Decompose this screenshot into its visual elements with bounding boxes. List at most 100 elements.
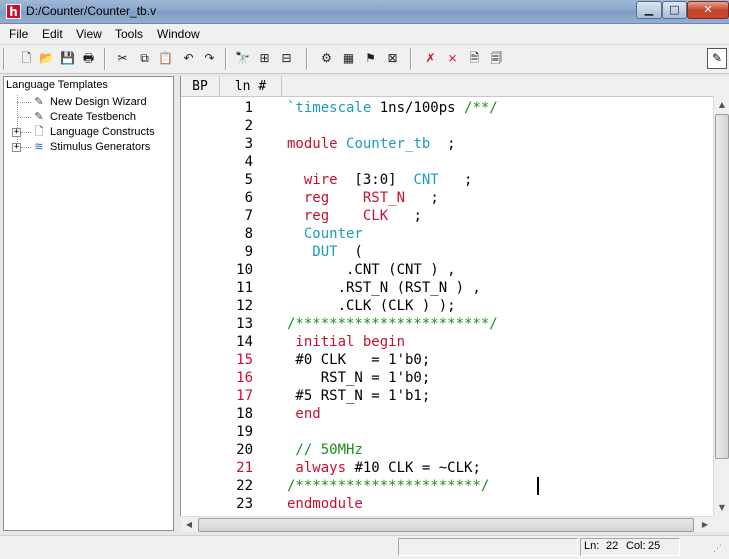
code-token: `timescale xyxy=(287,100,372,116)
notes-icon[interactable]: 🗐 xyxy=(488,50,505,67)
line-number: 21 xyxy=(236,460,253,476)
code-token: Counter_tb xyxy=(346,136,431,152)
code-line[interactable]: 5 wire [3:0] CNT ; xyxy=(181,171,714,189)
tree-item-new-design-wizard[interactable]: ✎ New Design Wizard xyxy=(4,95,173,110)
code-line[interactable]: 2 xyxy=(181,117,714,135)
scroll-up-icon[interactable]: ▲ xyxy=(714,96,729,113)
tree-item-stimulus-generators[interactable]: + ≋ Stimulus Generators xyxy=(4,140,173,155)
code-line[interactable]: 9 DUT ( xyxy=(181,243,714,261)
code-token: 1ns/100ps xyxy=(371,100,465,116)
horizontal-scroll-thumb[interactable] xyxy=(198,518,694,532)
code-editor[interactable]: BP ln # 1 `timescale 1ns/100ps /**/2 3 modu… xyxy=(180,76,729,516)
code-token: .CLK (CLK ) ); xyxy=(287,298,456,314)
line-label: Ln: xyxy=(584,540,600,552)
tree-icon[interactable]: ⊞ xyxy=(256,50,273,67)
code-line[interactable]: 13 /***********************/ xyxy=(181,315,714,333)
scroll-right-icon[interactable]: ▶ xyxy=(697,517,713,533)
line-number: 5 xyxy=(244,172,253,188)
code-token: CNT xyxy=(413,172,439,188)
hierarchy-icon[interactable]: ⊟ xyxy=(278,50,295,67)
code-line[interactable]: 6 reg RST_N ; xyxy=(181,189,714,207)
breakpoint-column-header[interactable]: BP xyxy=(181,76,220,97)
line-number: 18 xyxy=(236,406,253,422)
code-line[interactable]: 11 .RST_N (RST_N ) , xyxy=(181,279,714,297)
testbench-icon: ✎ xyxy=(34,110,44,123)
code-line[interactable]: 8 Counter xyxy=(181,225,714,243)
close-button[interactable]: ✕ xyxy=(687,1,729,19)
menu-tools[interactable]: Tools xyxy=(115,27,143,41)
copy-icon[interactable]: ⧉ xyxy=(136,50,153,67)
code-line[interactable]: 17 #5 RST_N = 1'b1; xyxy=(181,387,714,405)
find-icon[interactable]: 🔭 xyxy=(234,50,251,67)
code-text: Counter xyxy=(287,225,363,243)
toolbar-separator xyxy=(225,48,227,70)
stop-icon[interactable]: ⊠ xyxy=(384,50,401,67)
line-number: 12 xyxy=(236,298,253,314)
code-text: end xyxy=(287,405,320,423)
compile-icon[interactable]: ⚙ xyxy=(318,50,335,67)
line-number: 13 xyxy=(236,316,253,332)
menu-view[interactable]: View xyxy=(76,27,102,41)
code-token: always xyxy=(287,460,347,476)
line-value: 22 xyxy=(606,540,619,552)
delete-icon[interactable]: ✗ xyxy=(422,50,439,67)
scroll-down-icon[interactable]: ▼ xyxy=(714,499,729,516)
tree-item-label: Stimulus Generators xyxy=(50,141,151,153)
scroll-left-icon[interactable]: ◀ xyxy=(181,517,197,533)
menu-file[interactable]: File xyxy=(9,27,28,41)
open-folder-icon[interactable]: 📂 xyxy=(38,50,55,67)
maximize-button[interactable]: □ xyxy=(662,1,687,19)
code-line[interactable]: 4 xyxy=(181,153,714,171)
redo-icon[interactable]: ↷ xyxy=(201,50,218,67)
menu-edit[interactable]: Edit xyxy=(42,27,63,41)
column-value: 25 xyxy=(648,540,661,552)
delete-all-icon[interactable]: ⨯ xyxy=(444,50,461,67)
code-line[interactable]: 20 // 50MHz xyxy=(181,441,714,459)
new-file-icon[interactable]: 🗋 xyxy=(18,50,35,67)
code-text: wire [3:0] CNT ; xyxy=(287,171,473,189)
code-line[interactable]: 15 #0 CLK = 1'b0; xyxy=(181,351,714,369)
code-token: Counter xyxy=(287,226,363,242)
resize-grip-icon[interactable]: ⋰ xyxy=(713,544,725,556)
menu-window[interactable]: Window xyxy=(157,27,200,41)
undo-icon[interactable]: ↶ xyxy=(180,50,197,67)
line-number-column-header[interactable]: ln # xyxy=(220,76,282,97)
vertical-scrollbar[interactable]: ▲ ▼ xyxy=(713,96,729,516)
minimize-button[interactable]: ▁ xyxy=(636,1,662,19)
save-icon[interactable]: 💾 xyxy=(59,50,76,67)
tree-item-language-constructs[interactable]: + 🗋 Language Constructs xyxy=(4,125,173,140)
tree-item-create-testbench[interactable]: ✎ Create Testbench xyxy=(4,110,173,125)
code-line[interactable]: 23 endmodule xyxy=(181,495,714,513)
code-line[interactable]: 1 `timescale 1ns/100ps /**/ xyxy=(181,99,714,117)
horizontal-scrollbar[interactable]: ◀ ▶ xyxy=(181,516,713,532)
code-token: /**********************/ xyxy=(287,478,490,494)
toolbar-separator xyxy=(306,48,308,70)
edit-mode-icon[interactable]: ✎ xyxy=(707,48,727,69)
paste-icon[interactable]: 📋 xyxy=(157,50,174,67)
code-line[interactable]: 12 .CLK (CLK ) ); xyxy=(181,297,714,315)
code-line[interactable]: 19 xyxy=(181,423,714,441)
code-line[interactable]: 16 RST_N = 1'b0; xyxy=(181,369,714,387)
run-icon[interactable]: ⚑ xyxy=(362,50,379,67)
code-line[interactable]: 18 end xyxy=(181,405,714,423)
print-icon[interactable]: 🖶 xyxy=(80,50,97,67)
code-line[interactable]: 10 .CNT (CNT ) , xyxy=(181,261,714,279)
code-line[interactable]: 21 always #10 CLK = ~CLK; xyxy=(181,459,714,477)
tree-item-label: Language Constructs xyxy=(50,126,155,138)
code-line[interactable]: 22 /**********************/ xyxy=(181,477,714,495)
cut-icon[interactable]: ✂ xyxy=(114,50,131,67)
expand-icon[interactable]: + xyxy=(12,143,21,152)
grid-icon[interactable]: ▦ xyxy=(340,50,357,67)
code-token: initial begin xyxy=(287,334,406,350)
document-icon[interactable]: 🗎 xyxy=(466,50,483,67)
code-token: ; xyxy=(430,136,456,152)
code-line[interactable]: 14 initial begin xyxy=(181,333,714,351)
code-line[interactable]: 3 module Counter_tb ; xyxy=(181,135,714,153)
column-label: Col: xyxy=(626,540,646,552)
vertical-scroll-thumb[interactable] xyxy=(715,114,729,459)
code-line[interactable]: 7 reg CLK ; xyxy=(181,207,714,225)
line-number: 19 xyxy=(236,424,253,440)
code-text: // 50MHz xyxy=(287,441,362,459)
expand-icon[interactable]: + xyxy=(12,128,21,137)
